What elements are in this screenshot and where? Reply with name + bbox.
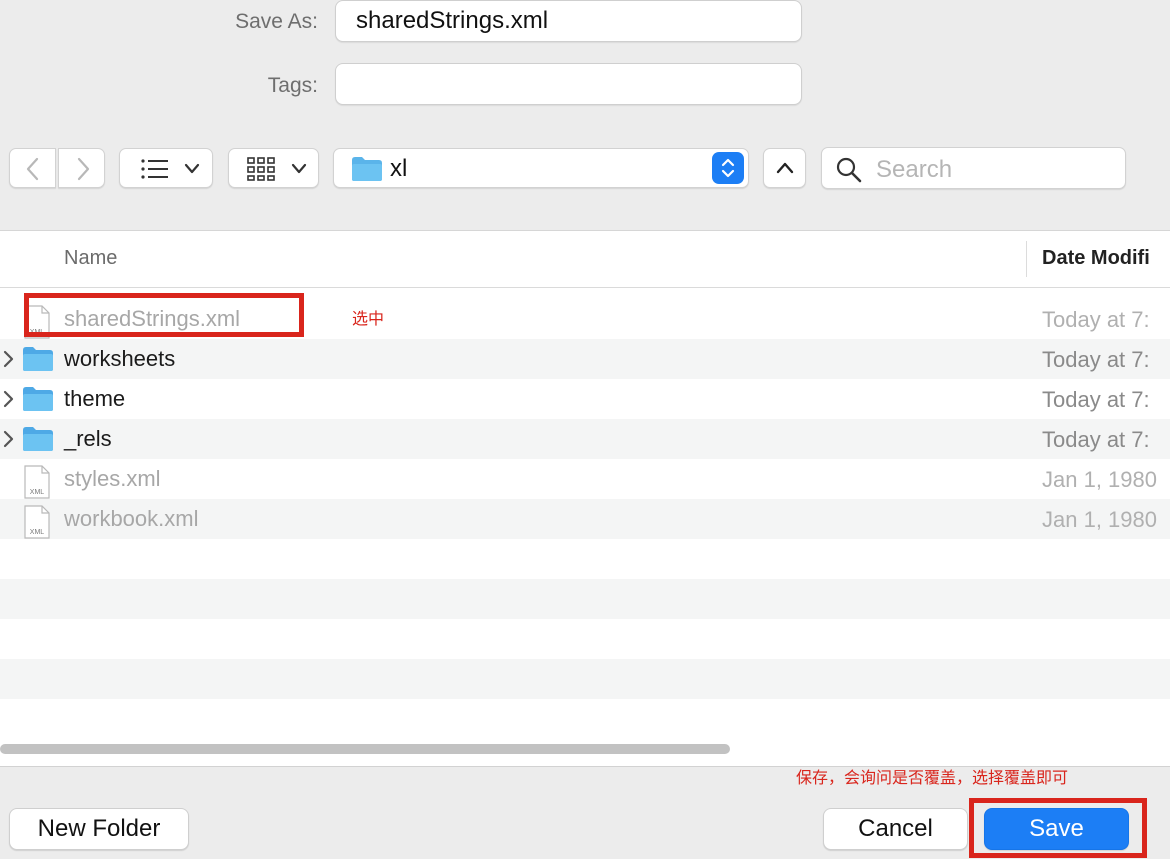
column-divider[interactable] xyxy=(1026,241,1027,277)
disclosure-triangle-icon[interactable] xyxy=(2,390,14,408)
list-item[interactable]: worksheets Today at 7: xyxy=(0,339,1170,379)
chevron-up-icon xyxy=(776,162,794,174)
grid-icon xyxy=(247,157,275,181)
folder-icon xyxy=(23,387,53,411)
save-as-value: sharedStrings.xml xyxy=(356,7,549,34)
file-date: Today at 7: xyxy=(1042,387,1150,412)
file-name: styles.xml xyxy=(64,466,161,491)
file-date: Today at 7: xyxy=(1042,307,1150,332)
list-icon xyxy=(141,159,168,179)
disclosure-triangle-icon[interactable] xyxy=(2,350,14,368)
annotation-select-note: 选中 xyxy=(352,309,385,328)
file-date: Jan 1, 1980 xyxy=(1042,507,1157,532)
file-date: Jan 1, 1980 xyxy=(1042,467,1157,492)
chevron-down-icon xyxy=(184,163,200,174)
column-date-header[interactable]: Date Modifi xyxy=(1042,247,1150,270)
folder-icon xyxy=(23,427,53,451)
disclosure-triangle-icon[interactable] xyxy=(2,430,14,448)
search-input[interactable]: Search xyxy=(821,147,1126,189)
save-as-input[interactable]: sharedStrings.xml xyxy=(335,0,802,42)
xml-file-icon: XML xyxy=(24,465,50,499)
save-as-label: Save As: xyxy=(235,10,318,33)
chevron-right-icon xyxy=(77,157,90,181)
folder-icon xyxy=(23,347,53,371)
tags-label: Tags: xyxy=(267,74,318,97)
list-item[interactable]: theme Today at 7: xyxy=(0,379,1170,419)
annotation-highlight-save xyxy=(969,798,1147,858)
location-popup[interactable]: xl xyxy=(333,148,749,188)
empty-row xyxy=(0,579,1170,619)
dialog-header: Save As: sharedStrings.xml Tags: xl Sear… xyxy=(0,0,1170,230)
empty-row xyxy=(0,659,1170,699)
up-down-arrows-icon xyxy=(721,158,735,178)
xml-file-icon: XML xyxy=(24,505,50,539)
empty-row xyxy=(0,619,1170,659)
forward-button[interactable] xyxy=(58,148,105,188)
scrollbar-thumb[interactable] xyxy=(0,744,730,754)
column-header: Name Date Modifi xyxy=(0,231,1170,288)
annotation-highlight-file xyxy=(24,293,304,337)
list-item[interactable]: _rels Today at 7: xyxy=(0,419,1170,459)
svg-text:XML: XML xyxy=(30,529,45,536)
file-name: worksheets xyxy=(64,346,176,371)
collapse-button[interactable] xyxy=(763,148,806,188)
column-name-header[interactable]: Name xyxy=(64,247,117,270)
folder-icon xyxy=(352,157,382,181)
tags-input[interactable] xyxy=(335,63,802,105)
svg-text:XML: XML xyxy=(30,489,45,496)
grid-view-button[interactable] xyxy=(228,148,319,188)
list-item[interactable]: XML styles.xml Jan 1, 1980 xyxy=(0,459,1170,499)
search-icon xyxy=(836,157,862,183)
empty-row xyxy=(0,539,1170,579)
file-name: theme xyxy=(64,386,126,411)
chevron-left-icon xyxy=(26,157,39,181)
location-stepper[interactable] xyxy=(712,152,744,184)
horizontal-scrollbar[interactable] xyxy=(0,740,1170,756)
chevron-down-icon xyxy=(291,163,307,174)
cancel-button[interactable]: Cancel xyxy=(823,808,968,850)
file-name: _rels xyxy=(64,426,112,451)
annotation-save-note: 保存，会询问是否覆盖，选择覆盖即可 xyxy=(796,768,1069,787)
file-date: Today at 7: xyxy=(1042,347,1150,372)
new-folder-button[interactable]: New Folder xyxy=(9,808,189,850)
list-item[interactable]: XML workbook.xml Jan 1, 1980 xyxy=(0,499,1170,539)
location-label: xl xyxy=(390,155,408,182)
file-name: workbook.xml xyxy=(64,506,199,531)
search-placeholder: Search xyxy=(876,156,953,183)
back-button[interactable] xyxy=(9,148,56,188)
file-date: Today at 7: xyxy=(1042,427,1150,452)
list-view-button[interactable] xyxy=(119,148,213,188)
